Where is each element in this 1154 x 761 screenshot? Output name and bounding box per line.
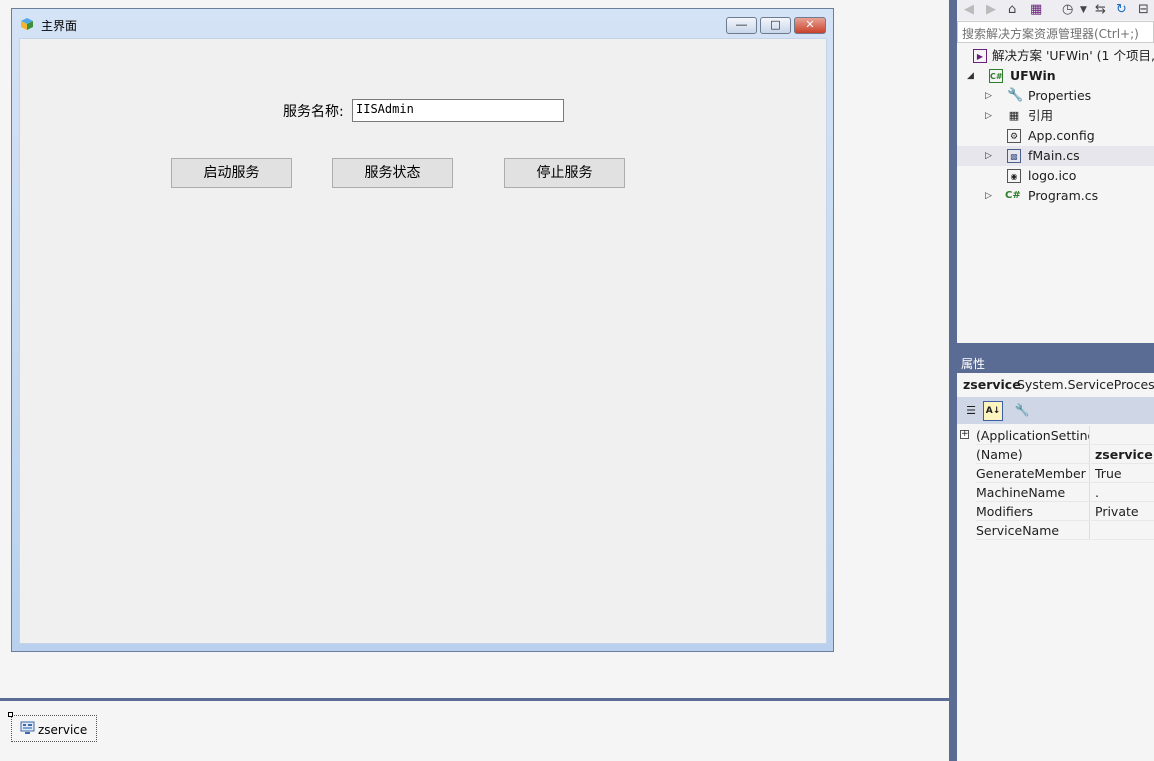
collapsed-arrow-icon[interactable]: ▷: [985, 86, 992, 106]
tree-item-solution[interactable]: ▶ 解决方案 'UFWin' (1 个项目,: [957, 46, 1154, 66]
tree-item-label: 解决方案 'UFWin' (1 个项目,: [992, 48, 1154, 63]
service-name-label: 服务名称:: [283, 104, 344, 120]
minimize-icon: ―: [736, 18, 747, 31]
start-service-button[interactable]: 启动服务: [171, 158, 292, 188]
form-file-icon: ▩: [1007, 149, 1021, 163]
tree-item-logo[interactable]: ◉ logo.ico: [957, 166, 1154, 186]
tree-item-label: Program.cs: [1028, 188, 1099, 203]
expand-plus-icon[interactable]: +: [960, 430, 969, 439]
tree-item-label: Properties: [1028, 88, 1092, 103]
categorized-icon[interactable]: ☰: [961, 401, 981, 421]
tree-item-label: 引用: [1028, 108, 1054, 123]
collapsed-arrow-icon[interactable]: ▷: [985, 186, 992, 206]
switch-views-icon[interactable]: ▦: [1030, 2, 1042, 17]
property-row-generatemember[interactable]: GenerateMember True: [957, 464, 1154, 483]
tree-item-project[interactable]: ◢ C# UFWin: [957, 66, 1154, 86]
service-component-icon: [20, 721, 35, 734]
close-icon: ✕: [805, 18, 815, 31]
tree-item-program[interactable]: ▷ C# Program.cs: [957, 186, 1154, 206]
tree-item-label: App.config: [1028, 128, 1095, 143]
config-file-icon: ⚙: [1007, 129, 1021, 143]
tree-item-references[interactable]: ▷ ▦ 引用: [957, 106, 1154, 126]
maximize-button[interactable]: □: [760, 17, 791, 34]
properties-title: 属性: [961, 357, 986, 371]
tree-item-app-config[interactable]: ⚙ App.config: [957, 126, 1154, 146]
service-name-input[interactable]: IISAdmin: [352, 99, 564, 122]
service-status-button[interactable]: 服务状态: [332, 158, 453, 188]
property-row-modifiers[interactable]: Modifiers Private: [957, 502, 1154, 521]
alphabetical-icon[interactable]: A↓: [983, 401, 1003, 421]
solution-icon: ▶: [973, 49, 987, 63]
property-value[interactable]: Private: [1091, 502, 1154, 521]
stop-service-button[interactable]: 停止服务: [504, 158, 625, 188]
tree-item-label: logo.ico: [1028, 168, 1077, 183]
maximize-icon: □: [770, 18, 781, 31]
object-type: System.ServiceProcess.S: [1017, 377, 1154, 392]
wrench-icon: 🔧: [1007, 88, 1024, 103]
sync-icon[interactable]: ⇆: [1095, 2, 1106, 17]
object-name: zservice: [963, 377, 1021, 392]
collapse-all-icon[interactable]: ⊟: [1138, 2, 1149, 17]
property-row-servicename[interactable]: ServiceName: [957, 521, 1154, 540]
property-value[interactable]: True: [1091, 464, 1154, 483]
pending-changes-icon[interactable]: ◷: [1062, 2, 1073, 17]
properties-header: [957, 343, 1154, 373]
csharp-file-icon: C#: [1005, 190, 1021, 201]
tree-item-label: UFWin: [1010, 68, 1056, 83]
selection-handle[interactable]: [8, 712, 13, 717]
property-row-machinename[interactable]: MachineName .: [957, 483, 1154, 502]
property-name: MachineName: [976, 483, 1090, 502]
home-icon[interactable]: ⌂: [1008, 2, 1016, 17]
component-tray: [0, 701, 949, 761]
references-icon: ▦: [1008, 109, 1020, 122]
property-value[interactable]: zservice: [1091, 445, 1154, 464]
tree-item-fmain[interactable]: ▷ ▩ fMain.cs: [957, 146, 1154, 166]
form-client-area: [19, 38, 827, 644]
property-name: (ApplicationSettings: [976, 426, 1090, 445]
collapsed-arrow-icon[interactable]: ▷: [985, 146, 992, 166]
property-name: ServiceName: [976, 521, 1090, 540]
property-pages-wrench-icon[interactable]: 🔧: [1012, 401, 1032, 421]
collapsed-arrow-icon[interactable]: ▷: [985, 106, 992, 126]
tree-item-label: fMain.cs: [1028, 148, 1080, 163]
back-icon[interactable]: ◀: [964, 2, 974, 17]
solution-search-input[interactable]: 搜索解决方案资源管理器(Ctrl+;): [957, 21, 1154, 43]
property-name: Modifiers: [976, 502, 1090, 521]
forward-icon[interactable]: ▶: [986, 2, 996, 17]
csharp-project-icon: C#: [989, 69, 1003, 83]
tree-item-properties[interactable]: ▷ 🔧 Properties: [957, 86, 1154, 106]
property-value[interactable]: [1091, 521, 1154, 540]
minimize-button[interactable]: ―: [726, 17, 757, 34]
property-value[interactable]: [1091, 426, 1154, 445]
app-cube-icon: [21, 18, 33, 30]
form-title: 主界面: [41, 19, 78, 33]
property-value[interactable]: .: [1091, 483, 1154, 502]
pane-splitter[interactable]: [949, 0, 957, 761]
property-name: GenerateMember: [976, 464, 1090, 483]
close-button[interactable]: ✕: [794, 17, 826, 34]
dropdown-arrow-icon[interactable]: ▼: [1080, 5, 1087, 15]
property-row-name[interactable]: (Name) zservice: [957, 445, 1154, 464]
icon-file-icon: ◉: [1007, 169, 1021, 183]
property-name: (Name): [976, 445, 1090, 464]
expanded-arrow-icon[interactable]: ◢: [967, 66, 974, 86]
property-row-applicationsettings[interactable]: + (ApplicationSettings: [957, 426, 1154, 445]
refresh-icon[interactable]: ↻: [1116, 2, 1127, 17]
tray-component-label: zservice: [38, 723, 88, 737]
